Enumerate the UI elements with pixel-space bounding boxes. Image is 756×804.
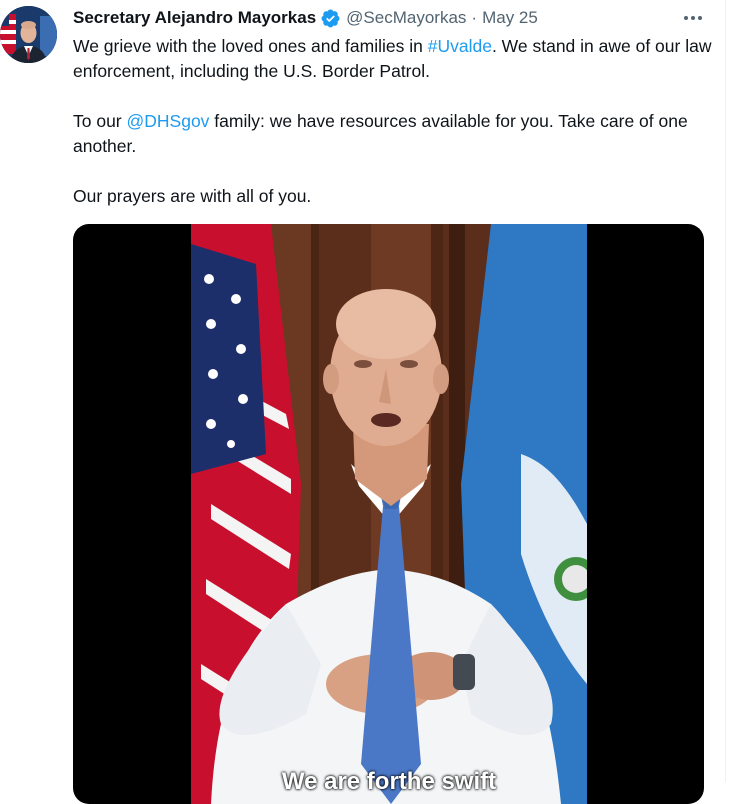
tweet-header: Secretary Alejandro Mayorkas @SecMayorka… — [73, 7, 538, 29]
mention-link[interactable]: @DHSgov — [127, 111, 210, 131]
text-segment: Our prayers are with all of you. — [73, 186, 312, 206]
tweet-date[interactable]: May 25 — [482, 8, 538, 28]
verified-badge-icon — [320, 8, 341, 29]
timeline-divider — [725, 0, 726, 782]
video-player[interactable]: We are forthe swift — [73, 224, 704, 804]
hashtag-link[interactable]: #Uvalde — [428, 36, 492, 56]
tweet[interactable]: Secretary Alejandro Mayorkas @SecMayorka… — [0, 0, 725, 804]
video-still-image — [191, 224, 587, 804]
tweet-paragraph: To our @DHSgov family: we have resources… — [73, 109, 713, 159]
text-segment: To our — [73, 111, 127, 131]
video-frame: We are forthe swift — [191, 224, 587, 804]
tweet-paragraph: Our prayers are with all of you. — [73, 184, 713, 209]
display-name[interactable]: Secretary Alejandro Mayorkas — [73, 8, 316, 28]
tweet-paragraph: We grieve with the loved ones and famili… — [73, 34, 713, 84]
more-options-icon[interactable] — [678, 8, 708, 28]
text-segment: We grieve with the loved ones and famili… — [73, 36, 428, 56]
tweet-text: We grieve with the loved ones and famili… — [73, 34, 713, 234]
video-subtitle: We are forthe swift — [281, 768, 497, 795]
avatar[interactable] — [0, 6, 57, 63]
separator-dot: · — [471, 8, 478, 27]
user-handle[interactable]: @SecMayorkas — [346, 8, 466, 28]
